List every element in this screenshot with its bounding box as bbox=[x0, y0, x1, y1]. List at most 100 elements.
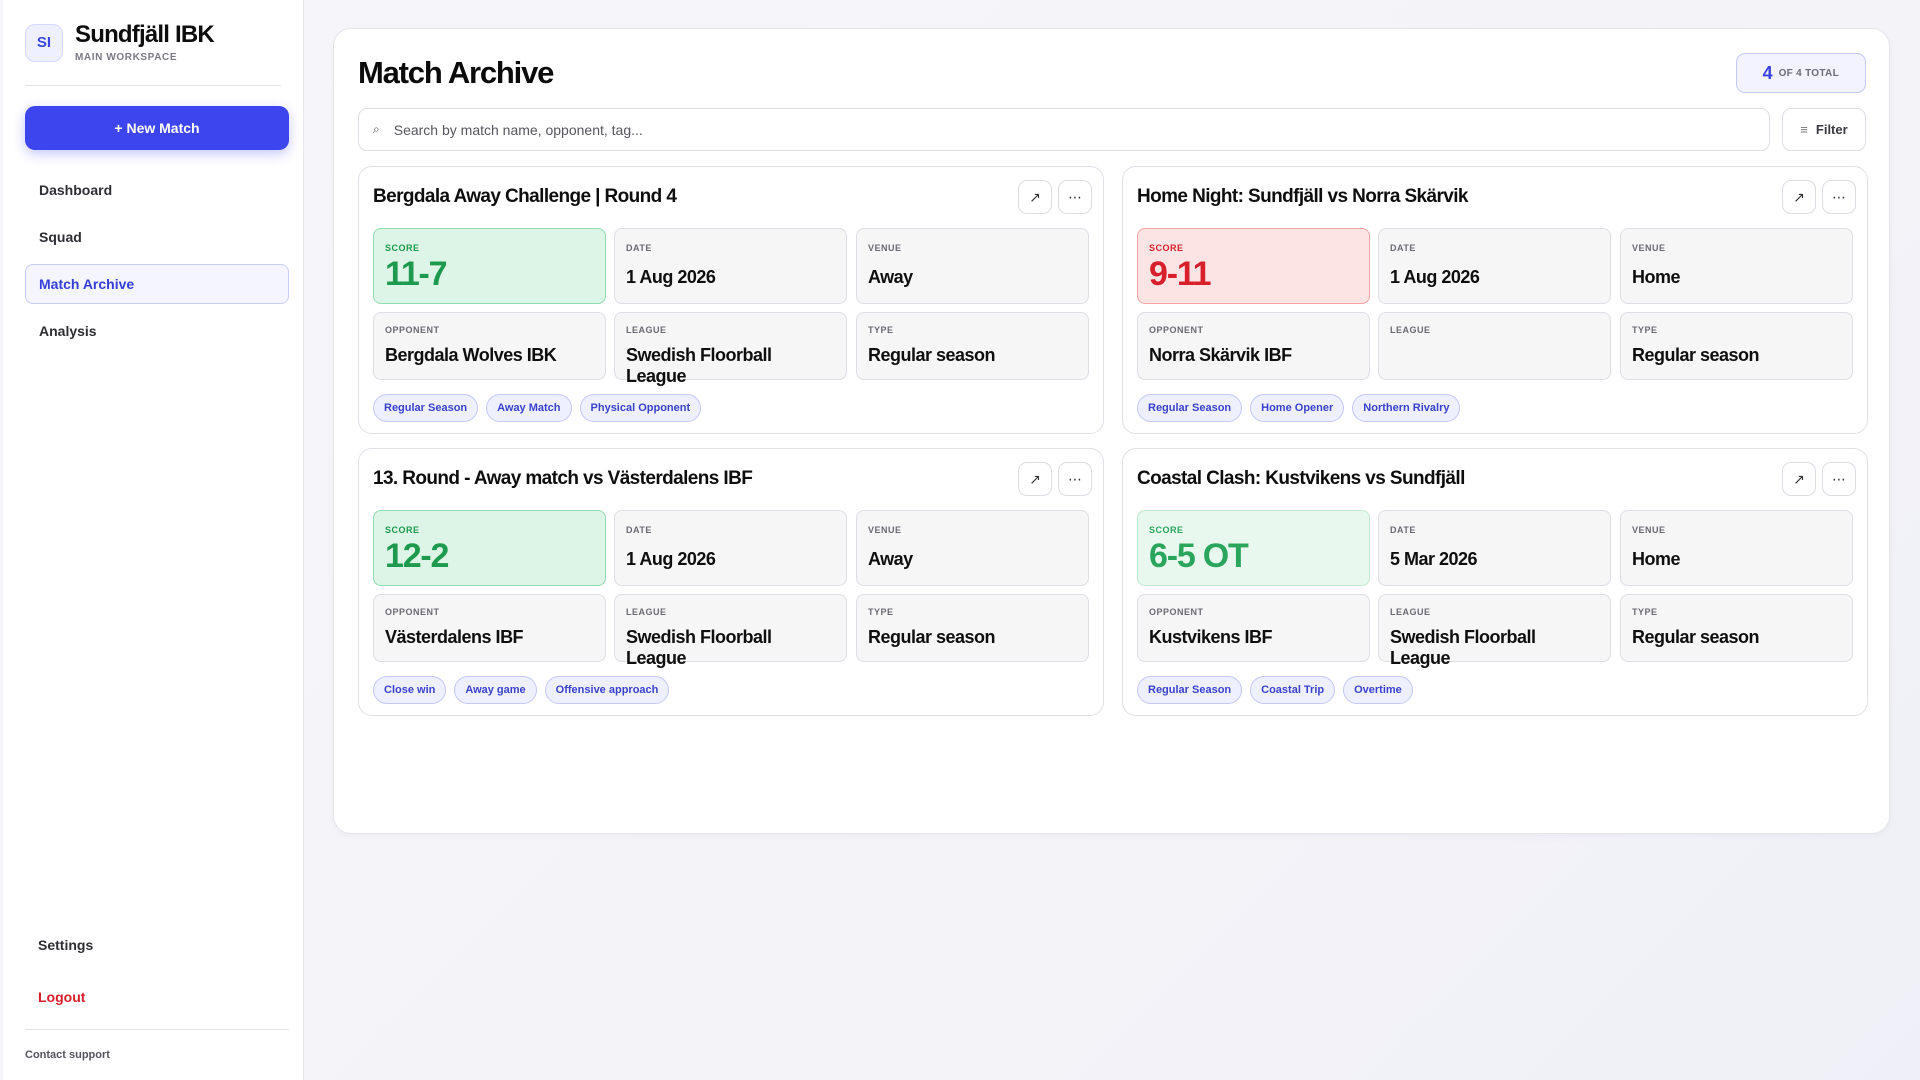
more-options-button[interactable]: ⋯ bbox=[1822, 462, 1856, 496]
more-options-button[interactable]: ⋯ bbox=[1058, 462, 1092, 496]
arrow-up-right-icon: ↗ bbox=[1029, 188, 1041, 205]
league-box: LEAGUE Swedish Floorball League bbox=[614, 594, 847, 668]
open-match-button[interactable]: ↗ bbox=[1782, 180, 1816, 214]
arrow-up-right-icon: ↗ bbox=[1793, 470, 1805, 487]
type-box: TYPE Regular season bbox=[856, 312, 1089, 380]
venue-box: VENUE Away bbox=[856, 228, 1089, 304]
score-box: SCORE 12-2 bbox=[373, 510, 606, 586]
match-tag[interactable]: Overtime bbox=[1343, 676, 1413, 704]
score-value: 12-2 bbox=[385, 537, 449, 575]
match-count-badge: 4 OF 4 TOTAL bbox=[1735, 53, 1866, 93]
match-tag[interactable]: Regular Season bbox=[1137, 394, 1243, 422]
sidebar-footer: Settings Logout Contact support bbox=[25, 925, 289, 1080]
match-card[interactable]: Home Night: Sundfjäll vs Norra Skärvik ↗… bbox=[1122, 166, 1868, 434]
league-value: Swedish Floorball League bbox=[1390, 627, 1536, 668]
stat-label: SCORE bbox=[1149, 525, 1184, 535]
score-box: SCORE 9-11 bbox=[1137, 228, 1370, 304]
opponent-value: Bergdala Wolves IBK bbox=[385, 345, 557, 365]
stat-label: VENUE bbox=[868, 525, 902, 535]
logout-link[interactable]: Logout bbox=[25, 977, 289, 1017]
venue-box: VENUE Home bbox=[1620, 510, 1853, 586]
count-value: 4 bbox=[1762, 62, 1773, 83]
stat-label: OPPONENT bbox=[385, 325, 440, 335]
stat-label: LEAGUE bbox=[1390, 607, 1431, 617]
stat-label: SCORE bbox=[385, 525, 420, 535]
open-match-button[interactable]: ↗ bbox=[1018, 180, 1052, 214]
type-value: Regular season bbox=[868, 345, 996, 365]
contact-support-link[interactable]: Contact support bbox=[25, 1030, 289, 1080]
card-actions: ↗ ⋯ bbox=[1782, 462, 1856, 496]
date-value: 1 Aug 2026 bbox=[626, 267, 716, 287]
opponent-box: OPPONENT Västerdalens IBF bbox=[373, 594, 606, 662]
search-input[interactable] bbox=[393, 121, 1755, 138]
match-title: Home Night: Sundfjäll vs Norra Skärvik bbox=[1137, 186, 1469, 207]
sidebar-item-match-archive[interactable]: Match Archive bbox=[25, 264, 289, 304]
more-options-button[interactable]: ⋯ bbox=[1822, 180, 1856, 214]
more-horizontal-icon: ⋯ bbox=[1832, 188, 1846, 205]
stat-label: DATE bbox=[626, 525, 652, 535]
match-title: Bergdala Away Challenge | Round 4 bbox=[373, 186, 677, 207]
date-value: 1 Aug 2026 bbox=[626, 549, 716, 569]
workspace-avatar[interactable]: SI bbox=[25, 23, 63, 62]
date-box: DATE 1 Aug 2026 bbox=[614, 510, 847, 586]
type-value: Regular season bbox=[868, 627, 996, 647]
card-actions: ↗ ⋯ bbox=[1018, 180, 1092, 214]
page-title: Match Archive bbox=[358, 55, 554, 90]
sidebar-item-dashboard[interactable]: Dashboard bbox=[25, 170, 289, 210]
open-match-button[interactable]: ↗ bbox=[1018, 462, 1052, 496]
sidebar-item-squad[interactable]: Squad bbox=[25, 217, 289, 257]
stat-label: SCORE bbox=[385, 243, 420, 253]
score-box: SCORE 6-5 OT bbox=[1137, 510, 1370, 586]
more-options-button[interactable]: ⋯ bbox=[1058, 180, 1092, 214]
search-bar[interactable]: ⌕ bbox=[358, 108, 1770, 151]
league-value: Swedish Floorball League bbox=[626, 345, 772, 386]
match-tag[interactable]: Away game bbox=[454, 676, 537, 704]
date-box: DATE 1 Aug 2026 bbox=[1378, 228, 1611, 304]
match-tag[interactable]: Physical Opponent bbox=[579, 394, 702, 422]
match-tag[interactable]: Home Opener bbox=[1250, 394, 1345, 422]
arrow-up-right-icon: ↗ bbox=[1793, 188, 1805, 205]
open-match-button[interactable]: ↗ bbox=[1782, 462, 1816, 496]
venue-value: Home bbox=[1632, 267, 1681, 287]
venue-value: Away bbox=[868, 549, 913, 569]
tag-list: Regular Season Away Match Physical Opponen… bbox=[373, 394, 702, 422]
date-value: 1 Aug 2026 bbox=[1390, 267, 1480, 287]
stat-label: DATE bbox=[626, 243, 652, 253]
new-match-button[interactable]: + New Match bbox=[25, 106, 289, 150]
count-label: OF 4 TOTAL bbox=[1778, 67, 1839, 79]
type-box: TYPE Regular season bbox=[856, 594, 1089, 662]
match-tag[interactable]: Regular Season bbox=[1137, 676, 1243, 704]
match-tag[interactable]: Regular Season bbox=[373, 394, 479, 422]
match-tag[interactable]: Offensive approach bbox=[544, 676, 670, 704]
date-box: DATE 5 Mar 2026 bbox=[1378, 510, 1611, 586]
match-tag[interactable]: Away Match bbox=[486, 394, 572, 422]
tag-list: Regular Season Coastal Trip Overtime bbox=[1137, 676, 1413, 704]
search-icon: ⌕ bbox=[373, 122, 380, 136]
stat-label: TYPE bbox=[1632, 607, 1658, 617]
filter-button[interactable]: ≡ Filter bbox=[1782, 108, 1866, 151]
score-value: 9-11 bbox=[1149, 255, 1212, 293]
stat-label: VENUE bbox=[1632, 525, 1666, 535]
tag-list: Regular Season Home Opener Northern Rivalr… bbox=[1137, 394, 1461, 422]
opponent-value: Kustvikens IBF bbox=[1149, 627, 1273, 647]
match-card[interactable]: Coastal Clash: Kustvikens vs Sundfjäll ↗… bbox=[1122, 448, 1868, 716]
type-box: TYPE Regular season bbox=[1620, 594, 1853, 662]
match-tag[interactable]: Close win bbox=[373, 676, 447, 704]
sidebar: SI Sundfjäll IBK MAIN WORKSPACE + New Ma… bbox=[3, 0, 304, 1080]
score-value: 6-5 OT bbox=[1149, 537, 1249, 575]
settings-link[interactable]: Settings bbox=[25, 925, 289, 965]
league-box: LEAGUE Swedish Floorball League bbox=[1378, 594, 1611, 668]
sidebar-item-analysis[interactable]: Analysis bbox=[25, 311, 289, 351]
stat-label: LEAGUE bbox=[626, 325, 667, 335]
venue-box: VENUE Away bbox=[856, 510, 1089, 586]
match-tag[interactable]: Coastal Trip bbox=[1250, 676, 1336, 704]
match-tag[interactable]: Northern Rivalry bbox=[1352, 394, 1461, 422]
match-card[interactable]: Bergdala Away Challenge | Round 4 ↗ ⋯ SC… bbox=[358, 166, 1104, 434]
stat-label: OPPONENT bbox=[385, 607, 440, 617]
stat-label: OPPONENT bbox=[1149, 325, 1204, 335]
stat-label: LEAGUE bbox=[626, 607, 667, 617]
match-card[interactable]: 13. Round - Away match vs Västerdalens I… bbox=[358, 448, 1104, 716]
league-box: LEAGUE bbox=[1378, 312, 1611, 380]
sidebar-item-label: Match Archive bbox=[39, 276, 135, 292]
arrow-up-right-icon: ↗ bbox=[1029, 470, 1041, 487]
